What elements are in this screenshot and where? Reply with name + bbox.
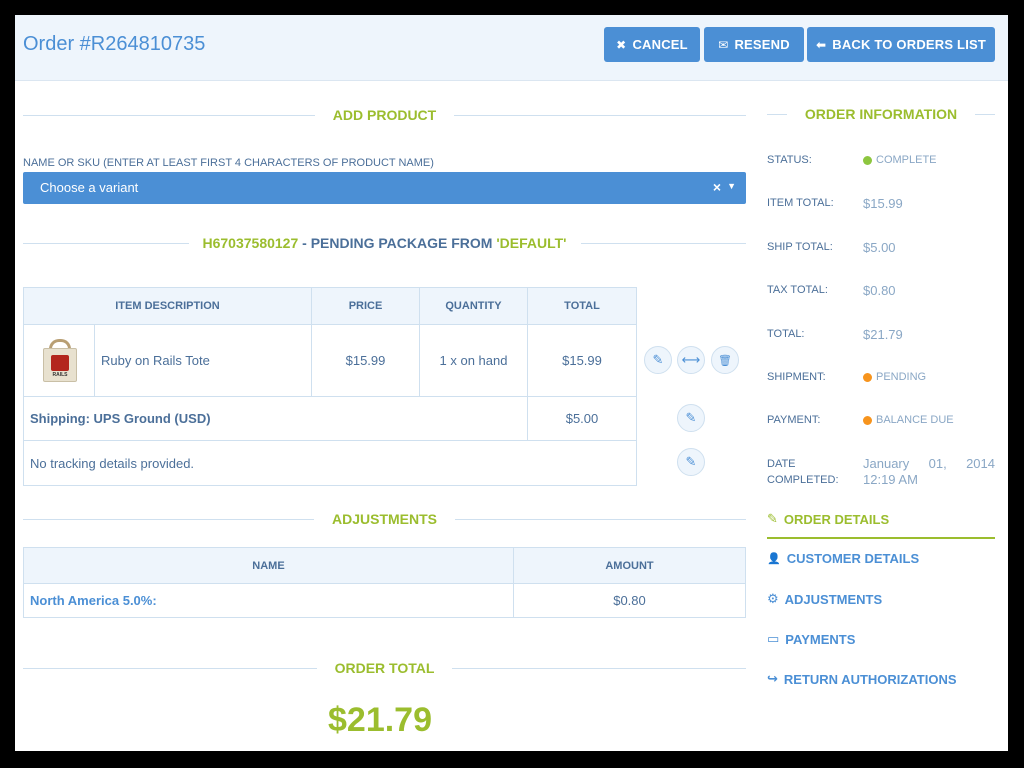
tax-total-value: $0.80 (863, 283, 896, 298)
item-price: $15.99 (311, 324, 420, 397)
user-icon: 👤 (767, 553, 781, 565)
back-button-label: BACK TO ORDERS LIST (832, 37, 987, 52)
total-value: $21.79 (863, 327, 903, 342)
clear-icon[interactable]: × (713, 179, 721, 195)
arrow-left-icon: ⬅ (815, 37, 827, 52)
adjustment-amount: $0.80 (513, 583, 746, 618)
shipping-method: Shipping: UPS Ground (USD) (23, 396, 528, 441)
cancel-button[interactable]: ✖ CANCEL (604, 27, 700, 62)
adjustments-table: NAME AMOUNT North America 5.0%: $0.80 (23, 547, 746, 618)
header-item-description: ITEM DESCRIPTION (23, 287, 312, 325)
credit-card-icon: ▭ (767, 631, 780, 646)
edit-item-button[interactable]: ✎ (644, 346, 672, 374)
trash-icon: 🗑 (718, 354, 732, 367)
table-row: North America 5.0%: $0.80 (23, 583, 746, 618)
ship-total-value: $5.00 (863, 240, 896, 255)
envelope-icon: ✉ (718, 37, 729, 52)
shipping-total: $5.00 (527, 396, 637, 441)
item-quantity: 1 x on hand (419, 324, 528, 397)
date-completed-label: DATE COMPLETED: (767, 458, 839, 486)
header-adjustment-name: NAME (23, 547, 514, 584)
date-completed-value: January 01, 2014 12:19 AM (863, 456, 995, 487)
add-product-heading: ADD PRODUCT (23, 105, 747, 125)
product-image: RAILS (23, 324, 95, 397)
edit-shipping-button[interactable]: ✎ (677, 404, 705, 432)
header-quantity: QUANTITY (419, 287, 528, 325)
nav-payments[interactable]: ▭ PAYMENTS (767, 631, 855, 647)
tracking-row: No tracking details provided. (23, 440, 637, 486)
adjustments-heading: ADJUSTMENTS (23, 509, 747, 529)
status-label: STATUS: (767, 154, 812, 166)
edit-icon: ✎ (767, 511, 778, 526)
close-icon: ✖ (616, 37, 627, 52)
back-to-orders-button[interactable]: ⬅ BACK TO ORDERS LIST (807, 27, 995, 62)
tracking-details: No tracking details provided. (23, 440, 637, 486)
page-title: Order #R264810735 (23, 33, 206, 55)
item-total-label: ITEM TOTAL: (767, 197, 834, 209)
order-total-amount: $21.79 (328, 701, 432, 739)
status-badge: COMPLETE (863, 154, 937, 166)
edit-icon: ✎ (685, 454, 697, 469)
package-id: H67037580127 (202, 235, 299, 251)
edit-icon: ✎ (652, 352, 664, 367)
gears-icon: ⚙ (767, 591, 779, 606)
variant-select-placeholder: Choose a variant (40, 180, 139, 195)
cancel-button-label: CANCEL (632, 37, 688, 52)
order-information-heading: ORDER INFORMATION (767, 104, 995, 124)
item-total: $15.99 (527, 324, 637, 397)
order-page: Order #R264810735 ✖ CANCEL ✉ RESEND ⬅ BA… (15, 15, 1008, 751)
header-total: TOTAL (527, 287, 637, 325)
payment-label: PAYMENT: (767, 414, 821, 426)
variant-select[interactable]: Choose a variant × ▼ (23, 172, 746, 204)
resend-button-label: RESEND (734, 37, 790, 52)
page-header: Order #R264810735 ✖ CANCEL ✉ RESEND ⬅ BA… (15, 15, 1008, 81)
nav-return-authorizations[interactable]: ↪ RETURN AUTHORIZATIONS (767, 671, 957, 687)
adjustment-name[interactable]: North America 5.0%: (23, 583, 514, 618)
payment-dot-icon (863, 415, 872, 425)
status-dot-icon (863, 155, 872, 165)
delete-item-button[interactable]: 🗑 (711, 346, 739, 374)
item-description: Ruby on Rails Tote (94, 324, 312, 397)
resend-button[interactable]: ✉ RESEND (704, 27, 804, 62)
share-arrow-icon: ↪ (767, 671, 778, 686)
payment-badge: BALANCE DUE (863, 414, 954, 426)
nav-customer-details[interactable]: 👤 CUSTOMER DETAILS (767, 551, 919, 566)
variant-field-label: NAME OR SKU (ENTER AT LEAST FIRST 4 CHAR… (23, 157, 434, 169)
header-adjustment-amount: AMOUNT (513, 547, 746, 584)
chevron-down-icon[interactable]: ▼ (727, 181, 736, 191)
package-stock: 'DEFAULT' (496, 235, 567, 251)
nav-order-details[interactable]: ✎ ORDER DETAILS (767, 511, 889, 527)
package-heading: H67037580127 - PENDING PACKAGE FROM 'DEF… (23, 233, 747, 253)
nav-adjustments[interactable]: ⚙ ADJUSTMENTS (767, 591, 882, 607)
shipment-badge: PENDING (863, 371, 926, 383)
tote-bag-image: RAILS (37, 338, 81, 384)
edit-tracking-button[interactable]: ✎ (677, 448, 705, 476)
ship-total-label: SHIP TOTAL: (767, 241, 833, 253)
table-row: RAILS Ruby on Rails Tote $15.99 1 x on h… (23, 324, 637, 397)
package-text: - PENDING PACKAGE FROM (298, 235, 497, 251)
header-price: PRICE (311, 287, 420, 325)
total-label: TOTAL: (767, 328, 805, 340)
split-item-button[interactable]: ⟷ (677, 346, 705, 374)
split-arrows-icon: ⟷ (681, 352, 701, 367)
shipment-dot-icon (863, 372, 872, 382)
order-total-heading: ORDER TOTAL (23, 658, 746, 678)
edit-icon: ✎ (685, 410, 697, 425)
nav-active-underline (767, 537, 995, 539)
tax-total-label: TAX TOTAL: (767, 284, 828, 296)
item-total-value: $15.99 (863, 196, 903, 211)
shipment-label: SHIPMENT: (767, 371, 826, 383)
items-table: ITEM DESCRIPTION PRICE QUANTITY TOTAL RA… (23, 287, 637, 486)
shipping-row: Shipping: UPS Ground (USD) $5.00 (23, 396, 637, 441)
